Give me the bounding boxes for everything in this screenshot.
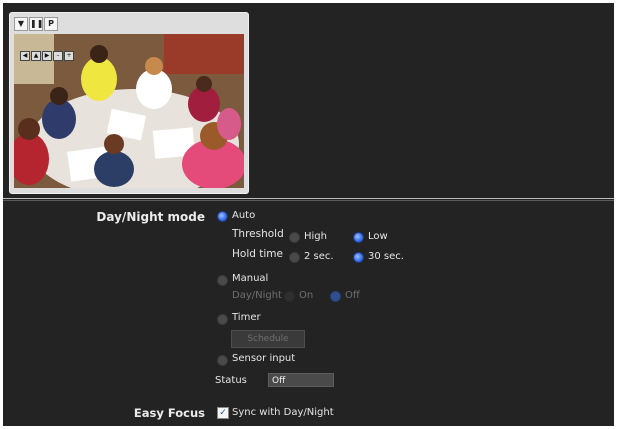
schedule-button[interactable]: Schedule	[231, 330, 305, 348]
hold-30sec-radio[interactable]	[353, 252, 364, 263]
hold-2sec-radio[interactable]	[289, 252, 300, 263]
threshold-low-label: Low	[368, 231, 388, 242]
threshold-high-label: High	[304, 231, 327, 242]
manual-day-night-label: Day/Night	[232, 290, 282, 301]
sync-checkbox[interactable]: ✓	[217, 407, 229, 419]
manual-off-radio[interactable]	[330, 291, 341, 302]
pan-left-icon[interactable]: ◀	[20, 51, 30, 61]
sync-label: Sync with Day/Night	[232, 407, 334, 418]
manual-on-label: On	[299, 290, 314, 301]
zoom-in-icon[interactable]: +	[64, 51, 74, 61]
sensor-input-radio[interactable]	[217, 355, 228, 366]
status-label: Status	[215, 375, 247, 386]
day-night-mode-label: Day/Night mode	[96, 210, 205, 224]
manual-label: Manual	[232, 273, 269, 284]
manual-on-radio[interactable]	[284, 291, 295, 302]
auto-label: Auto	[232, 210, 256, 221]
manual-radio[interactable]	[217, 275, 228, 286]
hold-30sec-label: 30 sec.	[368, 251, 404, 262]
zoom-out-icon[interactable]: –	[53, 51, 63, 61]
sensor-input-label: Sensor input	[232, 353, 296, 364]
easy-focus-label: Easy Focus	[133, 406, 205, 420]
timer-label: Timer	[232, 312, 261, 323]
settings-panel: ▼ ❚❚ P ◀ ▲ ▶ – + Day/Night mode Auto Thr…	[3, 3, 614, 426]
divider	[3, 198, 614, 199]
threshold-high-radio[interactable]	[289, 232, 300, 243]
hold-2sec-label: 2 sec.	[304, 251, 334, 262]
camera-viewer: ▼ ❚❚ P ◀ ▲ ▶ – +	[9, 12, 249, 194]
auto-radio[interactable]	[217, 211, 228, 222]
threshold-label: Threshold	[232, 228, 284, 240]
pan-right-icon[interactable]: ▶	[42, 51, 52, 61]
status-field: Off	[268, 373, 334, 387]
preset-button[interactable]: P	[44, 17, 58, 31]
manual-off-label: Off	[345, 290, 360, 301]
hold-time-label: Hold time	[232, 248, 283, 260]
tilt-up-icon[interactable]: ▲	[31, 51, 41, 61]
ptz-controls: ◀ ▲ ▶ – +	[20, 51, 74, 61]
divider-shadow	[3, 200, 614, 201]
timer-radio[interactable]	[217, 314, 228, 325]
menu-button[interactable]: ▼	[14, 17, 28, 31]
pause-button[interactable]: ❚❚	[29, 17, 43, 31]
threshold-low-radio[interactable]	[353, 232, 364, 243]
